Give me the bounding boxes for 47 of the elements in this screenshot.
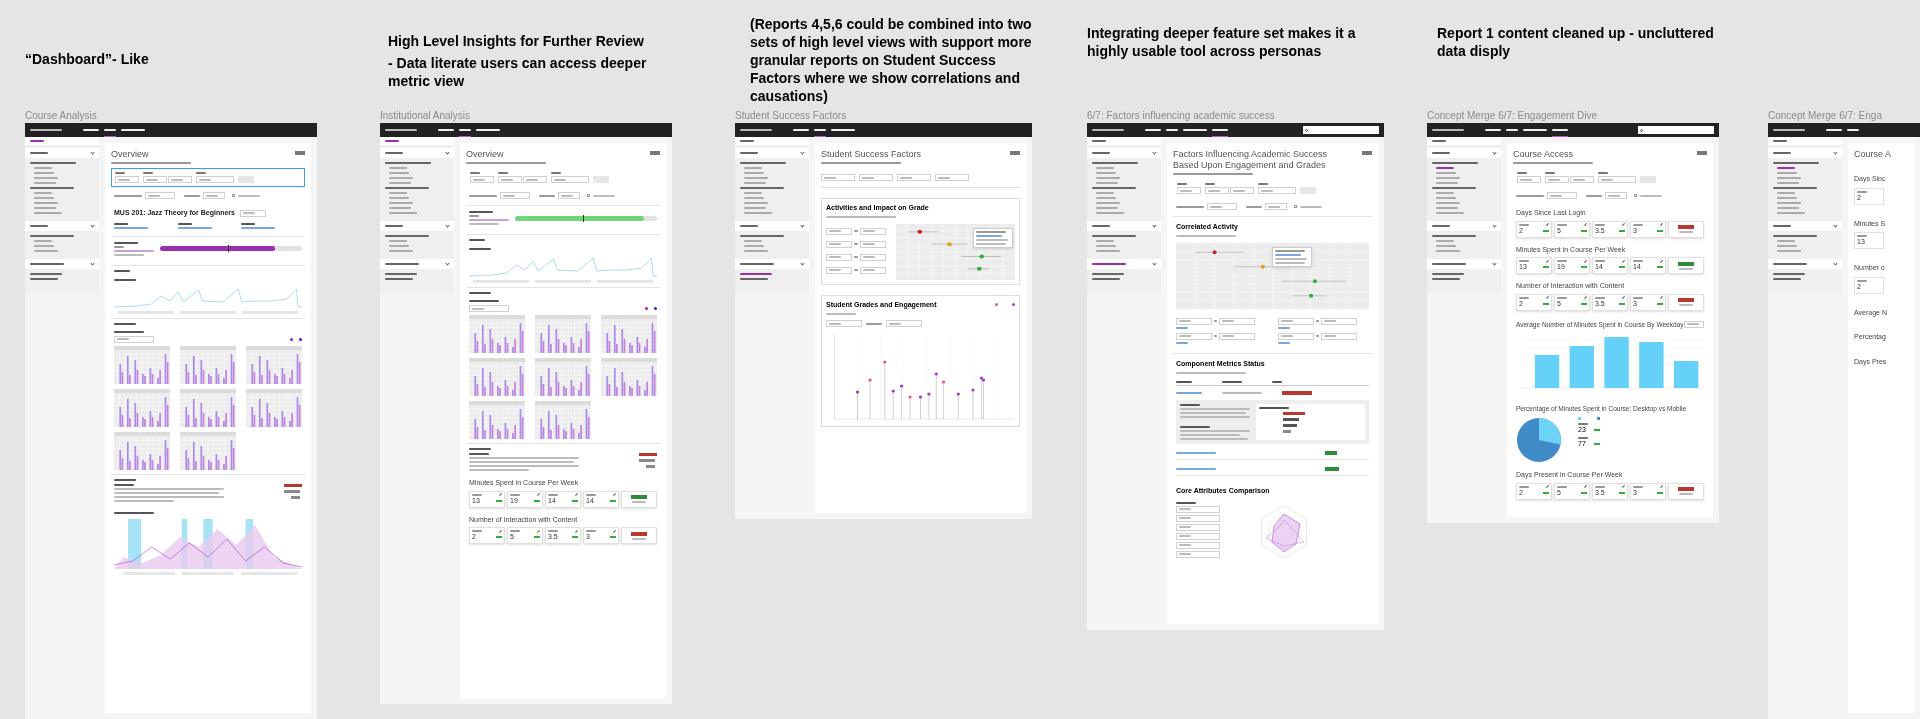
frame-title: Concept Merge 6/7: Engagement Dive [1427,110,1599,123]
frame-title: 6/7: Factors influencing academic success [1087,110,1276,123]
legend-swatch [1597,417,1600,420]
status-bar [1283,418,1299,421]
page-title: Student Success Factors [821,149,922,160]
status-bar [646,465,655,468]
page-title: Course A [1854,149,1892,160]
page-title: Factors Influencing Academic Success Based Upon Engagement and Grades [1173,149,1329,171]
frame-title: Course Analysis [25,110,98,123]
tooltip [973,227,1013,248]
status-bar [1325,467,1339,471]
annotation-text: Integrating deeper feature set makes it a highly usable tool across personas [1087,24,1357,60]
bar-chart [114,388,170,427]
bar-chart [246,388,302,427]
status-bar [1283,430,1291,433]
bar-chart [469,315,525,353]
status-bar [1283,424,1297,427]
status-bar [1325,451,1337,455]
bar-chart [601,358,657,396]
bar-chart [601,315,657,353]
bar-chart [469,358,525,396]
frame-title: Institutional Analysis [380,110,472,123]
bar-chart [180,345,236,384]
annotation-text: Report 1 content cleaned up - uncluttered data disply [1437,24,1715,60]
annotation-text: - Data literate users can access deeper metric view [388,54,648,90]
pie-chart [1516,417,1562,463]
page-title: Course Access [1513,149,1575,160]
frame-title: Student Success Factors [735,110,848,123]
legend-swatch [1578,417,1581,420]
bar-chart [246,345,302,384]
status-bar [639,453,657,456]
annotation-text: High Level Insights for Further Review [388,32,645,50]
bar-chart [180,388,236,427]
status-bar [284,489,300,493]
status-bar [639,459,655,462]
status-bar [291,495,300,499]
annotation-text: (Reports 4,5,6 could be combined into two sets of high level views with support more granular reports on Student Success Factors where we show correlations and causations) [750,15,1033,105]
page-title: Overview [466,149,505,160]
status-bar [1282,391,1312,395]
status-bar [284,483,302,487]
page-title: Overview [111,149,150,160]
bar-chart [535,358,591,396]
bar-chart [114,345,170,384]
frame-title: Concept Merge 6/7: Enga [1768,110,1883,123]
status-bar [1283,412,1305,415]
annotation-text: “Dashboard”- Like [25,50,150,68]
bar-chart [535,315,591,353]
